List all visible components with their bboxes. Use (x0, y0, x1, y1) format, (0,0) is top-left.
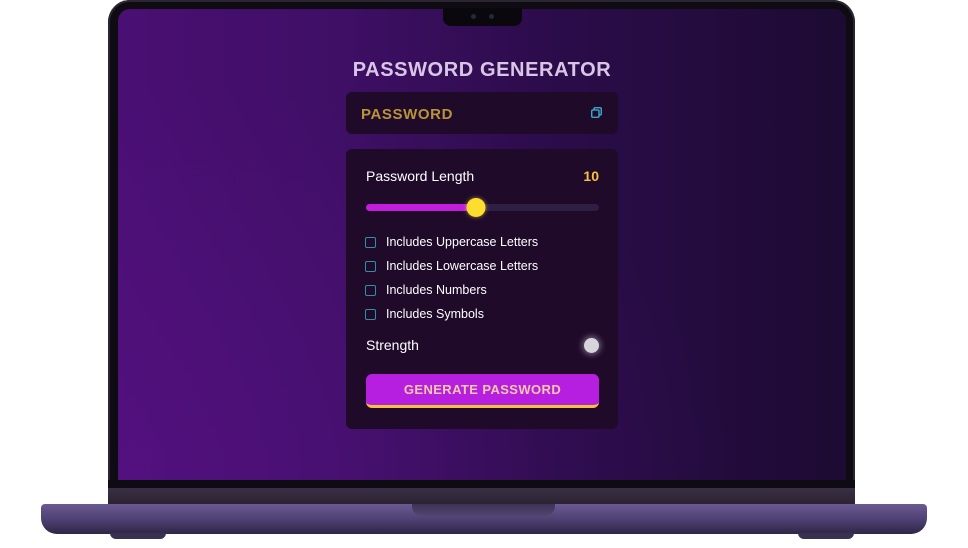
trackpad-notch (412, 504, 555, 516)
sensor-icon (489, 14, 494, 19)
checkbox-symbols[interactable] (365, 308, 376, 320)
slider-thumb[interactable] (466, 198, 485, 217)
strength-indicator (584, 338, 599, 353)
option-symbols[interactable]: Includes Symbols (365, 306, 484, 322)
laptop-hinge (108, 488, 855, 505)
length-label: Password Length (366, 168, 475, 184)
camera-notch (443, 8, 522, 26)
password-text: PASSWORD (361, 106, 454, 123)
option-label: Includes Numbers (386, 283, 487, 297)
option-label: Includes Uppercase Letters (386, 235, 539, 249)
checkbox-uppercase[interactable] (365, 236, 376, 248)
camera-icon (471, 14, 476, 19)
option-label: Includes Lowercase Letters (386, 259, 539, 273)
strength-label: Strength (366, 337, 419, 353)
copy-icon[interactable] (591, 107, 602, 118)
page-title: PASSWORD GENERATOR (352, 59, 612, 81)
settings-panel: Password Length 10 Includes Uppercase Le… (346, 149, 618, 429)
length-slider[interactable] (366, 198, 599, 217)
laptop-foot-right (798, 533, 854, 539)
length-value: 10 (583, 168, 599, 184)
password-display: PASSWORD (346, 92, 618, 134)
option-lowercase[interactable]: Includes Lowercase Letters (365, 258, 538, 274)
laptop-foot-left (110, 533, 166, 539)
checkbox-lowercase[interactable] (365, 260, 376, 272)
generate-password-button[interactable]: GENERATE PASSWORD (366, 374, 599, 408)
option-numbers[interactable]: Includes Numbers (365, 282, 487, 298)
option-uppercase[interactable]: Includes Uppercase Letters (365, 234, 538, 250)
option-label: Includes Symbols (386, 307, 484, 321)
slider-fill (366, 204, 476, 211)
checkbox-numbers[interactable] (365, 284, 376, 296)
